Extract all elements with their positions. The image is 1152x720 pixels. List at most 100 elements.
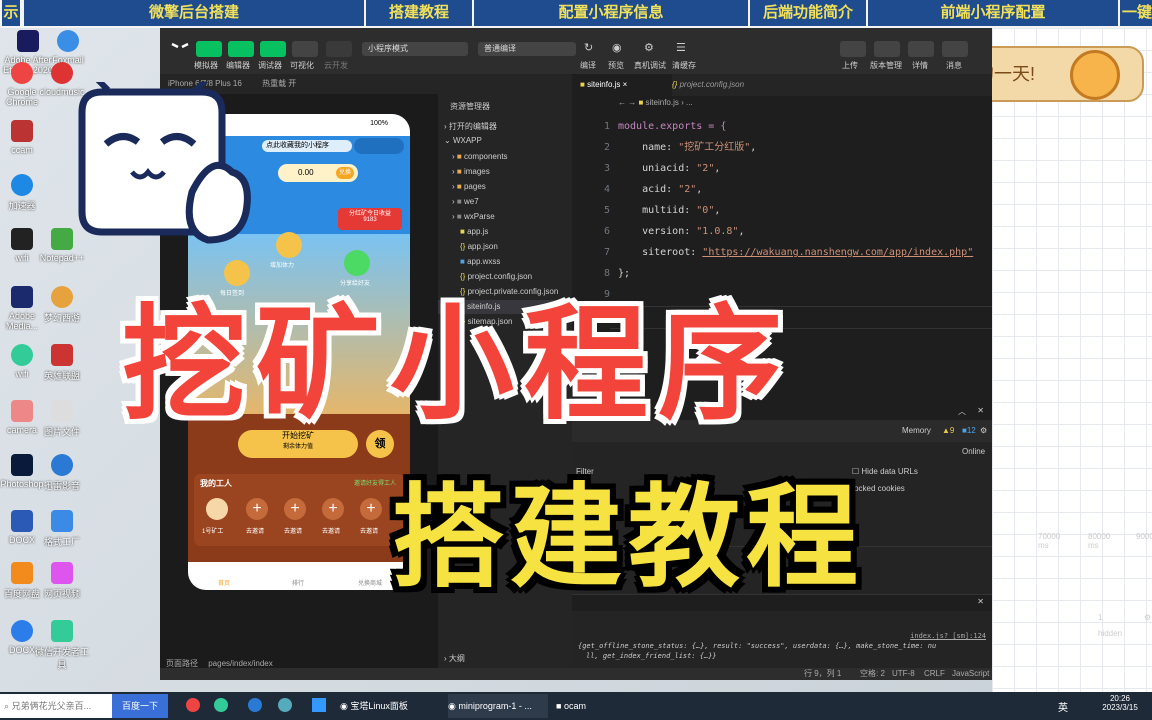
exchange-button[interactable]: 兑换 <box>335 167 354 179</box>
start-sub: 剩余体力值 <box>282 444 313 450</box>
version-button[interactable] <box>874 41 900 57</box>
capsule-menu[interactable] <box>354 138 404 154</box>
folder-item[interactable]: › ■ we7 <box>438 195 586 209</box>
tab-project-config[interactable]: {} project.config.json <box>666 74 782 96</box>
lollipop-icon <box>1070 50 1120 100</box>
file-item[interactable]: ■ app.wxss <box>438 255 594 269</box>
file-item[interactable]: {} project.config.json <box>438 270 594 284</box>
folder-item[interactable]: › ■ wxParse <box>438 210 586 224</box>
add-worker-icon[interactable]: + <box>360 498 382 520</box>
tab-rank[interactable]: 排行 <box>292 578 304 587</box>
explorer-title: 资源管理器 <box>450 102 490 111</box>
outline-section[interactable]: › 大纲 <box>438 652 578 666</box>
desktop-icon[interactable]: ccam <box>0 120 50 155</box>
visual-toggle[interactable] <box>292 41 318 57</box>
desktop-icon[interactable]: 微信开发者工具 <box>34 620 90 671</box>
page-path-value[interactable]: pages/index/index <box>208 659 273 668</box>
simulator-toggle[interactable] <box>196 41 222 57</box>
messages-button[interactable] <box>942 41 968 57</box>
line-number: 8 <box>603 268 610 279</box>
line-number: 7 <box>603 247 610 258</box>
desktop-icon[interactable]: 图片文件 <box>34 400 90 438</box>
earnings-card: 分红矿今日收益 9183 <box>338 208 402 230</box>
app-icon[interactable] <box>278 698 292 712</box>
tab-memory[interactable]: Memory <box>902 420 931 442</box>
desktop-icon[interactable]: 迅雷影音 <box>34 454 90 492</box>
checkin-icon[interactable] <box>224 260 250 286</box>
debugger-toggle[interactable] <box>260 41 286 57</box>
line-number: 3 <box>603 163 610 174</box>
tab-mall[interactable]: 兑换商城 <box>358 578 382 587</box>
baidu-search-button[interactable]: 百度一下 <box>112 694 168 718</box>
cursor-position[interactable]: 行 9，列 1 <box>804 668 841 680</box>
app-icon[interactable] <box>214 698 228 712</box>
throttle-select[interactable]: Online <box>962 442 985 462</box>
collapse-icon[interactable]: ︿ <box>958 406 966 417</box>
earnings-value: 9183 <box>363 217 377 223</box>
hot-reload-select[interactable]: 热重载 开 <box>262 79 296 88</box>
settings-icon[interactable]: ⚙ <box>1144 610 1151 626</box>
earnings-title: 分红矿今日收益 <box>348 211 391 217</box>
app-icon[interactable] <box>186 698 200 712</box>
search-box[interactable]: ⌕ 兄弟俩花光父亲百... <box>0 694 112 718</box>
hidden-count: 1 hidden <box>1098 613 1123 638</box>
add-worker-icon[interactable]: + <box>246 498 268 520</box>
cloud-toggle[interactable] <box>326 41 352 57</box>
close-icon[interactable]: ✕ <box>977 406 984 415</box>
add-worker-icon[interactable]: + <box>284 498 306 520</box>
compile-icon[interactable]: ↻ <box>584 41 593 54</box>
stamina-icon[interactable] <box>276 232 302 258</box>
folder-item[interactable]: › ■ pages <box>438 180 586 194</box>
compile-select[interactable]: 普通编译 <box>478 42 576 56</box>
task-miniprogram[interactable]: ◉ miniprogram-1 - ... <box>448 694 548 718</box>
folder-item[interactable]: › ■ images <box>438 165 586 179</box>
share-icon[interactable] <box>344 250 370 276</box>
collect-button[interactable]: 领 <box>366 430 394 458</box>
console-source-link[interactable]: index.js? [sm]:124 <box>910 632 986 640</box>
clear-cache-icon[interactable]: ☰ <box>676 41 686 54</box>
file-item[interactable]: ■ app.js <box>438 225 594 239</box>
workspace-root[interactable]: ⌄ WXAPP <box>438 134 578 148</box>
close-icon[interactable]: ✕ <box>977 597 984 606</box>
upload-button[interactable] <box>840 41 866 57</box>
desktop-icon[interactable]: 英雄联盟 <box>34 344 90 382</box>
details-button[interactable] <box>908 41 934 57</box>
tab-home[interactable]: 首页 <box>218 578 230 587</box>
remote-debug-icon[interactable]: ⚙ <box>644 41 654 54</box>
encoding[interactable]: UTF-8 <box>892 668 915 680</box>
task-ocam[interactable]: ■ ocam <box>556 694 636 718</box>
settings-icon[interactable]: ⚙ <box>980 420 987 442</box>
label: 模拟器 <box>194 61 218 70</box>
editor-toggle[interactable] <box>228 41 254 57</box>
search-placeholder: 兄弟俩花光父亲百... <box>11 701 92 711</box>
file-item[interactable]: {} app.json <box>438 240 594 254</box>
language-mode[interactable]: JavaScript <box>952 668 989 680</box>
desktop-icon[interactable]: 格式工厂 <box>34 510 90 548</box>
mode-select[interactable]: 小程序模式 <box>362 42 468 56</box>
code-text: multiid: "0", <box>618 205 721 216</box>
line-ending[interactable]: CRLF <box>924 668 945 680</box>
tick-label: 70000 ms <box>1038 532 1061 550</box>
add-worker-icon[interactable]: + <box>322 498 344 520</box>
ime-indicator[interactable]: 英 <box>1058 699 1068 714</box>
banner-item: 搭建教程 <box>364 0 472 26</box>
app-icon[interactable] <box>312 698 326 712</box>
open-editors[interactable]: › 打开的编辑器 <box>438 120 578 134</box>
invite-link[interactable]: 邀请好友得工人 <box>354 478 396 487</box>
desktop-icon[interactable]: 网页视频 <box>34 562 90 600</box>
folder-item[interactable]: › ■ components <box>438 150 586 164</box>
start-mining-button[interactable]: 开始挖矿 剩余体力值 <box>238 430 358 458</box>
indent-setting[interactable]: 空格: 2 <box>860 668 885 680</box>
app-icon[interactable] <box>248 698 262 712</box>
desktop-icon[interactable]: Foxmail <box>40 30 96 65</box>
collect-pill[interactable]: 点此收藏我的小程序 <box>262 140 352 152</box>
clock[interactable]: 20:26 2023/3/15 <box>1090 694 1150 712</box>
desktop-icon[interactable]: 加速器 <box>0 174 50 212</box>
desktop-icon[interactable]: 梦幻西游 <box>34 286 90 324</box>
label: 上传 <box>842 61 858 70</box>
search-icon: ⌕ <box>4 701 10 711</box>
tick-label: 80000 ms <box>1088 532 1111 550</box>
task-baota[interactable]: ◉ 宝塔Linux面板 <box>340 694 440 718</box>
tab-siteinfo[interactable]: ■ siteinfo.js × <box>572 74 672 96</box>
preview-icon[interactable]: ◉ <box>612 41 622 54</box>
